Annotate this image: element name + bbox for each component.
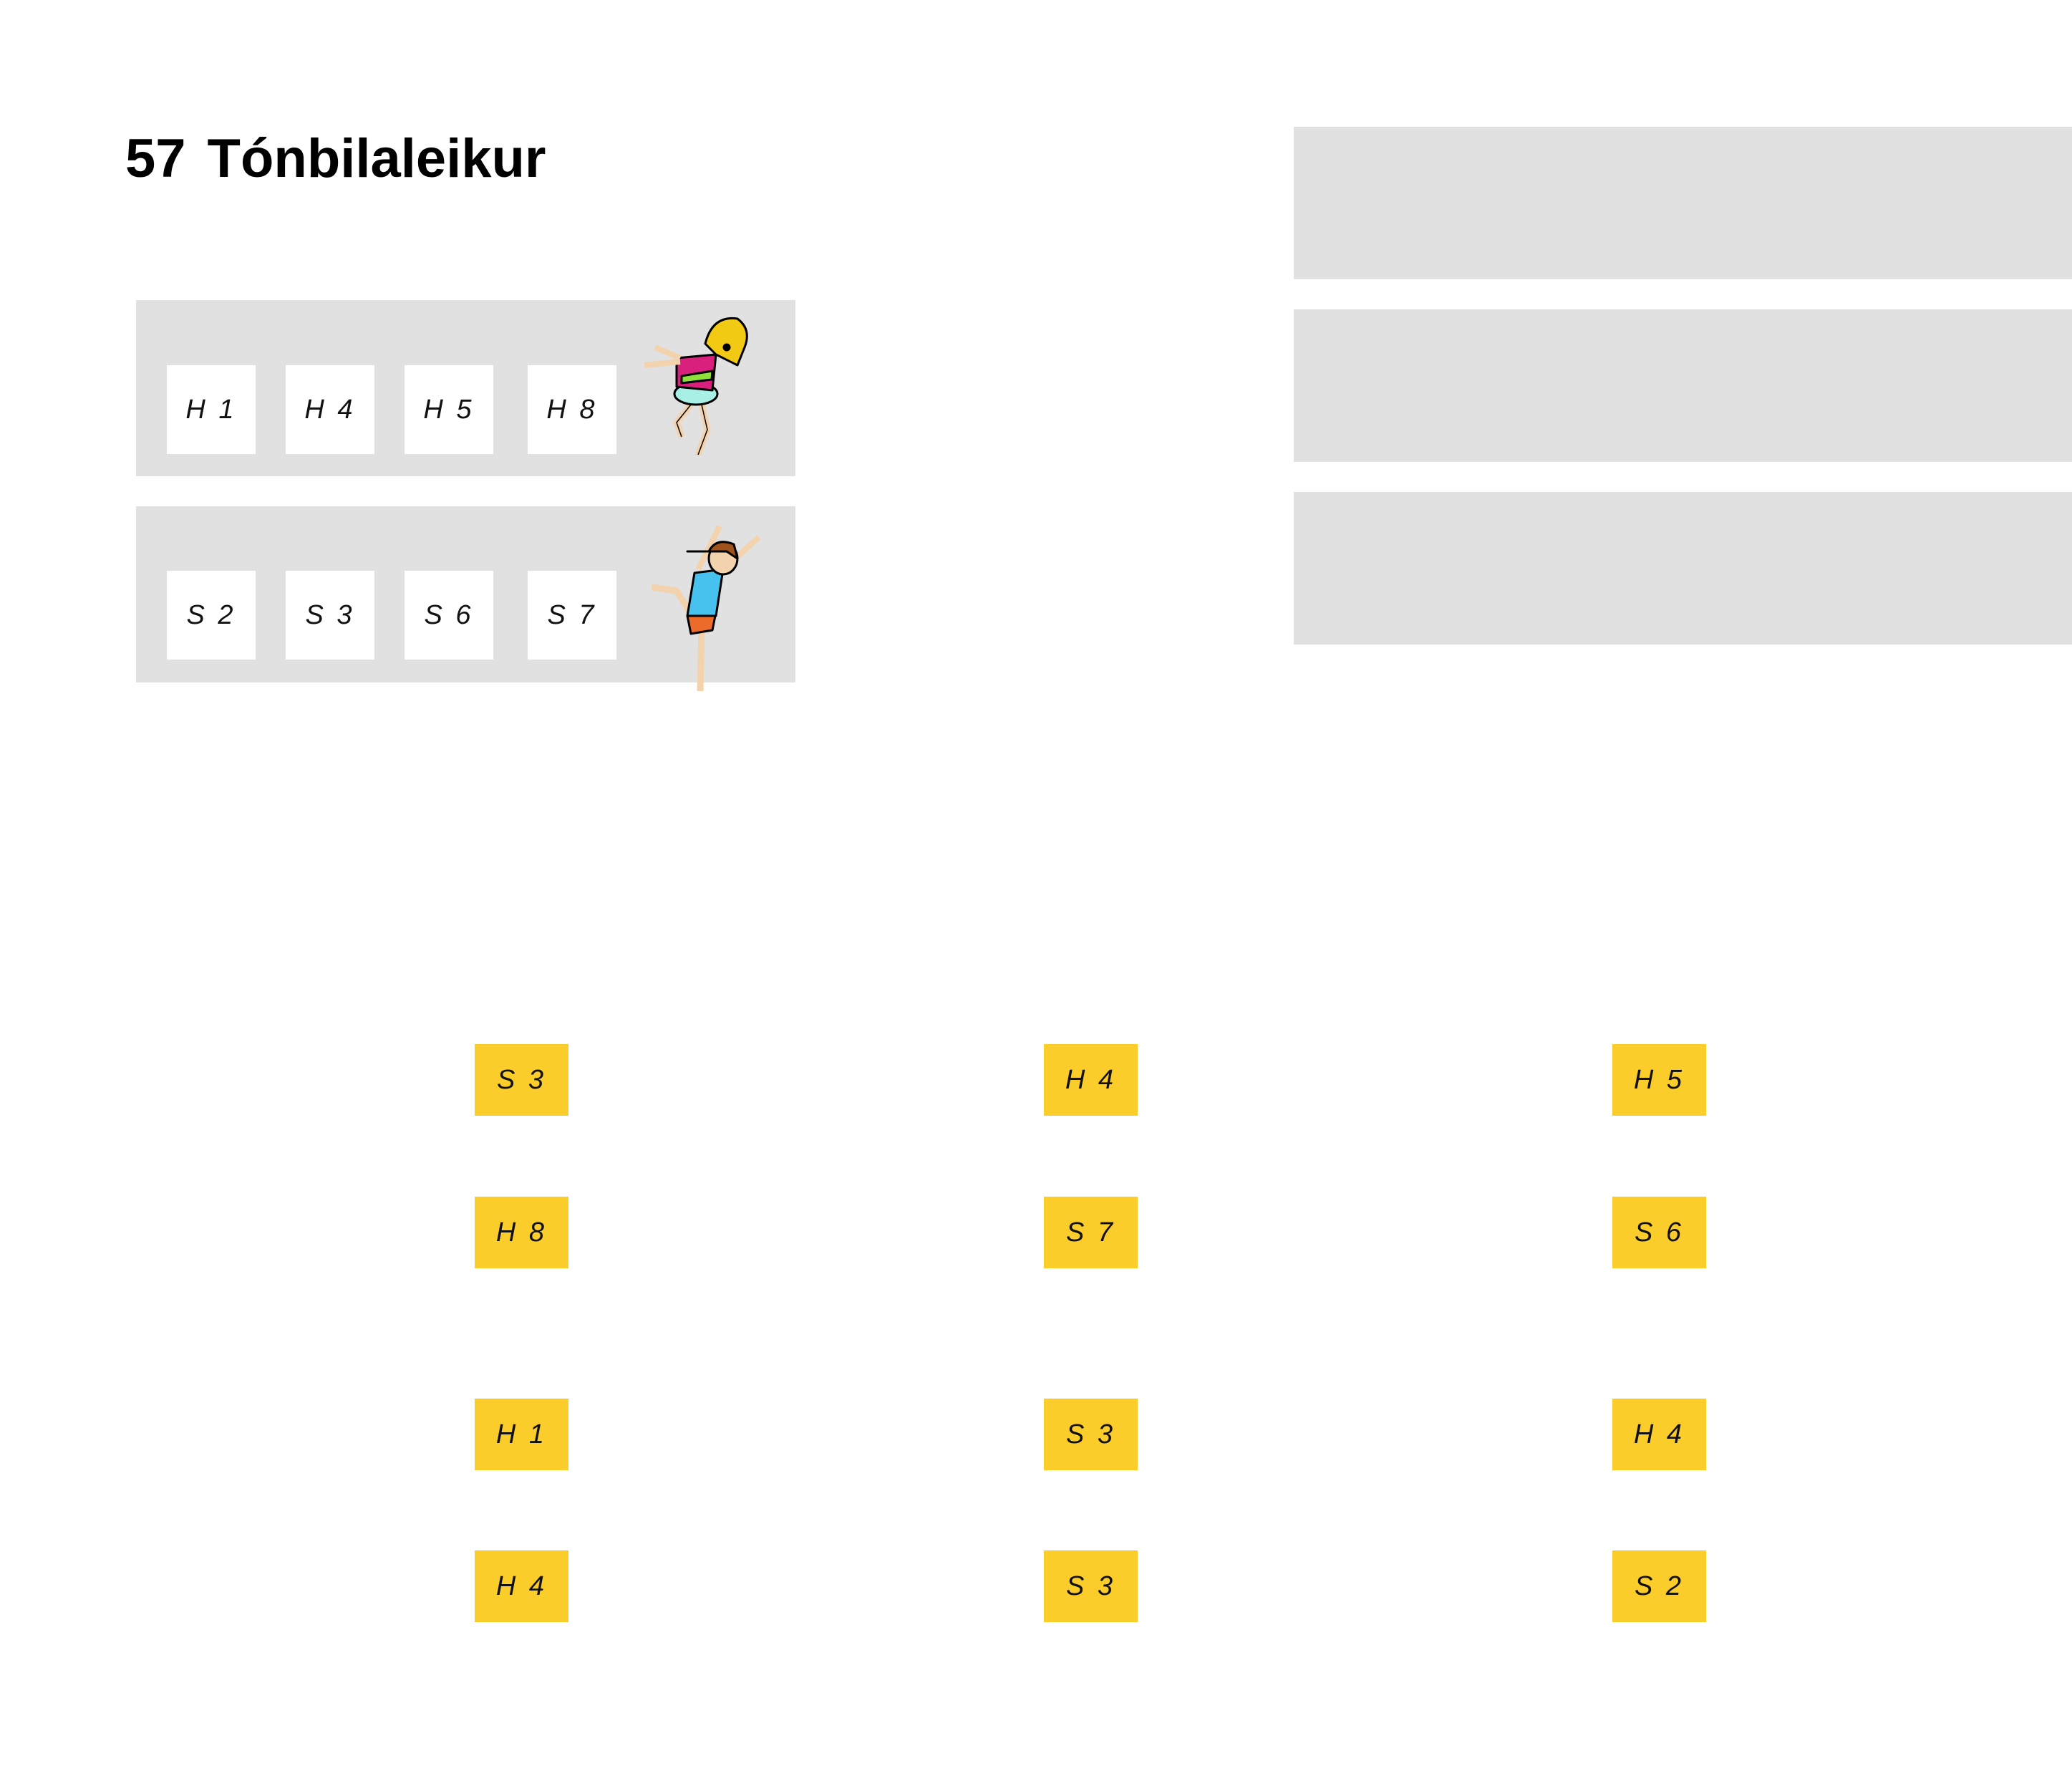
answer-bar-2[interactable] [1294,309,2072,462]
answer-bar-3[interactable] [1294,492,2072,645]
dancing-girl-brown-icon [651,525,761,692]
note-card: S 2 [167,571,256,660]
yellow-card[interactable]: H 5 [1612,1044,1706,1116]
note-card: H 4 [286,365,374,454]
answer-bar-1[interactable] [1294,127,2072,279]
yellow-card[interactable]: H 8 [475,1197,568,1268]
yellow-card[interactable]: S 3 [475,1044,568,1116]
note-card: H 8 [528,365,616,454]
exercise-number: 57 [125,128,186,189]
exercise-title: Tónbilaleikur [207,128,546,189]
page-title: 57 Tónbilaleikur [125,127,546,190]
yellow-card[interactable]: H 4 [1612,1399,1706,1470]
yellow-card[interactable]: S 3 [1044,1399,1138,1470]
yellow-card[interactable]: H 1 [475,1399,568,1470]
yellow-card[interactable]: H 4 [1044,1044,1138,1116]
yellow-card[interactable]: H 4 [475,1550,568,1622]
note-card: S 3 [286,571,374,660]
note-card: H 5 [405,365,493,454]
yellow-card[interactable]: S 7 [1044,1197,1138,1268]
jumping-girl-blonde-icon [644,317,748,456]
yellow-card[interactable]: S 3 [1044,1550,1138,1622]
note-card: S 7 [528,571,616,660]
note-card: S 6 [405,571,493,660]
note-card: H 1 [167,365,256,454]
yellow-card[interactable]: S 2 [1612,1550,1706,1622]
yellow-card[interactable]: S 6 [1612,1197,1706,1268]
